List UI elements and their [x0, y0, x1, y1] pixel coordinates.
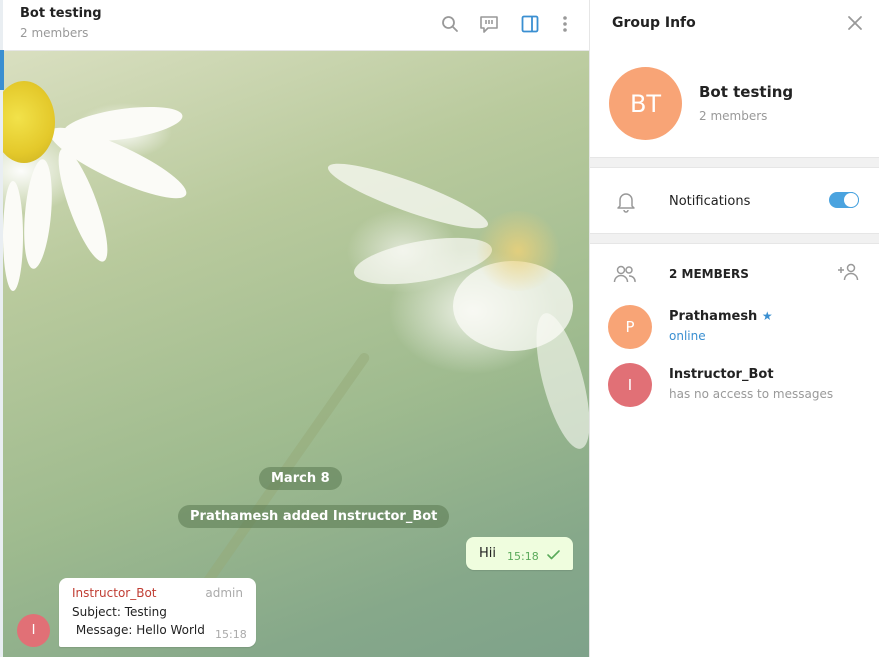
- avatar[interactable]: I: [17, 614, 50, 647]
- service-message: Prathamesh added Instructor_Bot: [178, 505, 450, 528]
- double-check-icon: [546, 546, 562, 565]
- message-time: 15:18: [215, 628, 247, 641]
- member-status: online: [669, 329, 706, 343]
- group-info-panel: Group Info BT Bot testing 2 members Noti…: [589, 0, 879, 657]
- incoming-message[interactable]: Instructor_Bot admin Subject: Testing Me…: [59, 578, 256, 647]
- message-sender[interactable]: Instructor_Bot: [72, 586, 157, 600]
- group-name: Bot testing: [699, 83, 794, 101]
- notifications-label: Notifications: [669, 194, 751, 209]
- chat-subtitle: 2 members: [20, 26, 89, 40]
- group-member-count: 2 members: [699, 109, 768, 123]
- close-icon[interactable]: [845, 13, 865, 33]
- bell-icon: [616, 191, 636, 217]
- sidebar-toggle-icon[interactable]: [518, 12, 542, 36]
- member-row[interactable]: I Instructor_Bot has no access to messag…: [590, 363, 879, 415]
- divider: [590, 157, 879, 168]
- avatar: I: [608, 363, 652, 407]
- group-avatar[interactable]: BT: [609, 67, 682, 140]
- admin-badge: admin: [205, 586, 243, 600]
- members-header: 2 MEMBERS: [669, 267, 749, 281]
- members-icon: [613, 264, 637, 288]
- divider: [590, 233, 879, 244]
- member-name: Prathamesh ★: [669, 309, 773, 324]
- member-name: Instructor_Bot: [669, 367, 774, 382]
- member-row[interactable]: P Prathamesh ★ online: [590, 305, 879, 357]
- chat-header[interactable]: Bot testing 2 members: [3, 0, 589, 51]
- chat-area[interactable]: March 8 Prathamesh added Instructor_Bot …: [3, 51, 589, 657]
- add-member-icon[interactable]: [837, 262, 861, 286]
- message-text: Message: Hello World: [72, 623, 205, 637]
- message-text: Subject: Testing: [72, 605, 167, 619]
- message-text: Hii: [479, 546, 496, 561]
- date-separator: March 8: [259, 467, 342, 490]
- chat-title[interactable]: Bot testing: [20, 6, 102, 21]
- outgoing-message[interactable]: Hii 15:18: [466, 537, 573, 570]
- left-edge-accent: [0, 50, 4, 90]
- panel-title: Group Info: [612, 15, 696, 31]
- star-icon: ★: [761, 309, 773, 323]
- member-status: has no access to messages: [669, 387, 834, 401]
- message-time: 15:18: [507, 550, 539, 563]
- avatar: P: [608, 305, 652, 349]
- discussion-icon[interactable]: [477, 12, 501, 36]
- search-icon[interactable]: [438, 12, 462, 36]
- notifications-toggle[interactable]: [829, 192, 859, 208]
- more-vertical-icon[interactable]: [553, 12, 577, 36]
